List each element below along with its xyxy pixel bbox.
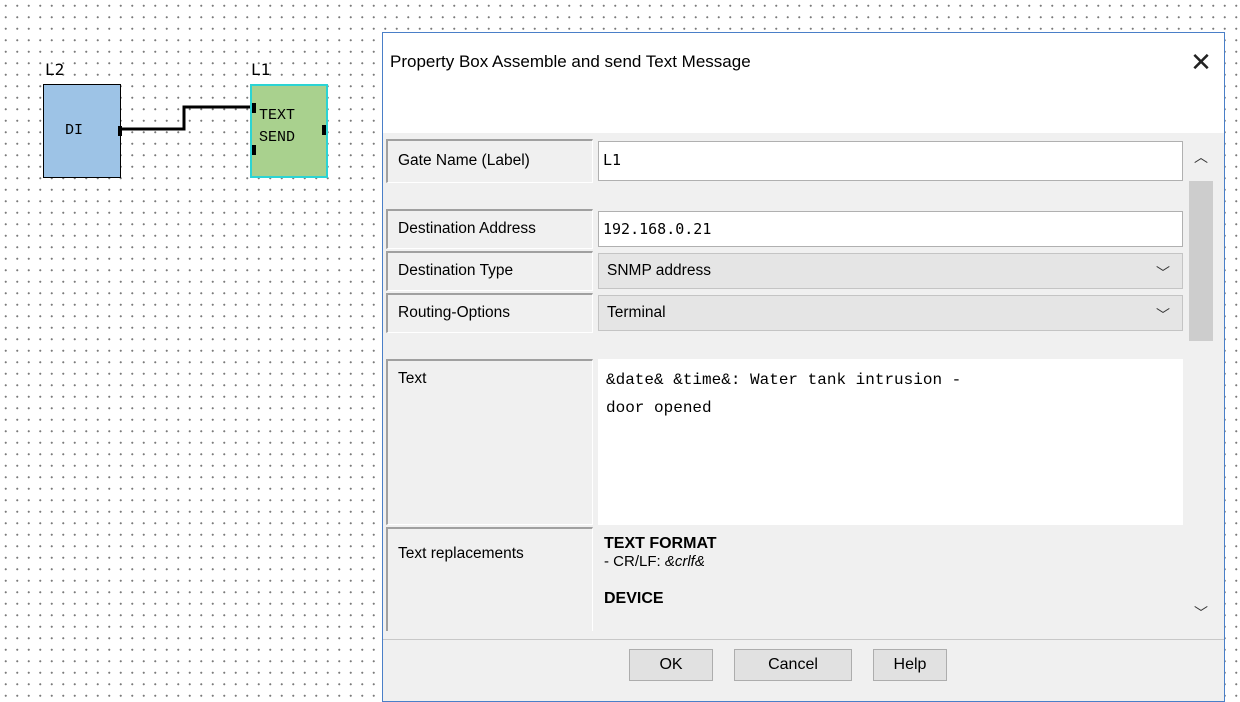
text-format-heading: TEXT FORMAT (604, 535, 717, 552)
destination-type-value: SNMP address (607, 262, 711, 279)
scrollbar-thumb[interactable] (1189, 181, 1213, 341)
text-replacements-info: TEXT FORMAT - CR/LF: &crlf& DEVICE (598, 527, 1183, 631)
gate-l2-label: L2 (45, 60, 65, 79)
text-replacements-label: Text replacements (386, 527, 593, 631)
crlf-item: - CR/LF: &crlf& (604, 553, 1183, 570)
row-routing-options: Routing-Options Terminal ﹀ (386, 293, 1183, 333)
gate-l1-text-line1: TEXT (259, 107, 296, 124)
destination-address-label: Destination Address (386, 209, 593, 249)
text-line-1: &date& &time&: Water tank intrusion - (606, 371, 962, 389)
input-port-1[interactable] (252, 103, 256, 113)
footer-divider (383, 639, 1224, 640)
chevron-down-icon[interactable]: ﹀ (1185, 595, 1217, 631)
dialog-title-bar[interactable]: Property Box Assemble and send Text Mess… (383, 33, 1224, 133)
gate-l1-text-line2: SEND (259, 129, 296, 146)
gate-l2-text: DI (65, 122, 84, 139)
gate-l2-digital-input[interactable]: DI (43, 84, 122, 178)
gate-l1-label: L1 (251, 60, 271, 79)
text-message-textarea[interactable]: &date& &time&: Water tank intrusion - do… (598, 359, 1183, 525)
text-line-2: door opened (606, 399, 712, 417)
chevron-down-icon: ﹀ (1156, 265, 1170, 281)
row-text-replacements: Text replacements TEXT FORMAT - CR/LF: &… (386, 527, 1183, 631)
row-destination-type: Destination Type SNMP address ﹀ (386, 251, 1183, 291)
close-icon[interactable]: ✕ (1186, 47, 1216, 77)
ok-button[interactable]: OK (629, 649, 713, 681)
vertical-scrollbar[interactable]: ︿ ﹀ (1185, 139, 1217, 631)
device-heading: DEVICE (604, 590, 664, 607)
chevron-down-icon: ﹀ (1156, 307, 1170, 323)
row-text: Text &date& &time&: Water tank intrusion… (386, 359, 1183, 525)
row-gate-name: Gate Name (Label) L1 (386, 139, 1183, 183)
gate-l1-text-send[interactable]: TEXT SEND (250, 84, 328, 178)
output-port[interactable] (118, 126, 122, 136)
routing-options-label: Routing-Options (386, 293, 593, 333)
row-destination-address: Destination Address 192.168.0.21 (386, 209, 1183, 249)
gate-name-input[interactable]: L1 (598, 141, 1183, 181)
destination-type-label: Destination Type (386, 251, 593, 291)
destination-type-select[interactable]: SNMP address ﹀ (598, 253, 1183, 289)
routing-options-select[interactable]: Terminal ﹀ (598, 295, 1183, 331)
routing-options-value: Terminal (607, 304, 666, 321)
property-grid: Gate Name (Label) L1 Destination Address… (386, 139, 1183, 631)
output-port[interactable] (322, 125, 326, 135)
help-button[interactable]: Help (873, 649, 947, 681)
crlf-prefix: - CR/LF: (604, 553, 665, 570)
cancel-button[interactable]: Cancel (734, 649, 852, 681)
text-label: Text (386, 359, 593, 525)
chevron-up-icon[interactable]: ︿ (1185, 139, 1217, 175)
destination-address-input[interactable]: 192.168.0.21 (598, 211, 1183, 247)
crlf-code: &crlf& (664, 553, 705, 570)
dialog-title: Property Box Assemble and send Text Mess… (390, 52, 751, 71)
property-box-dialog: Property Box Assemble and send Text Mess… (382, 32, 1225, 702)
dialog-body: Gate Name (Label) L1 Destination Address… (383, 133, 1224, 701)
input-port-2[interactable] (252, 145, 256, 155)
gate-name-label: Gate Name (Label) (386, 139, 593, 183)
